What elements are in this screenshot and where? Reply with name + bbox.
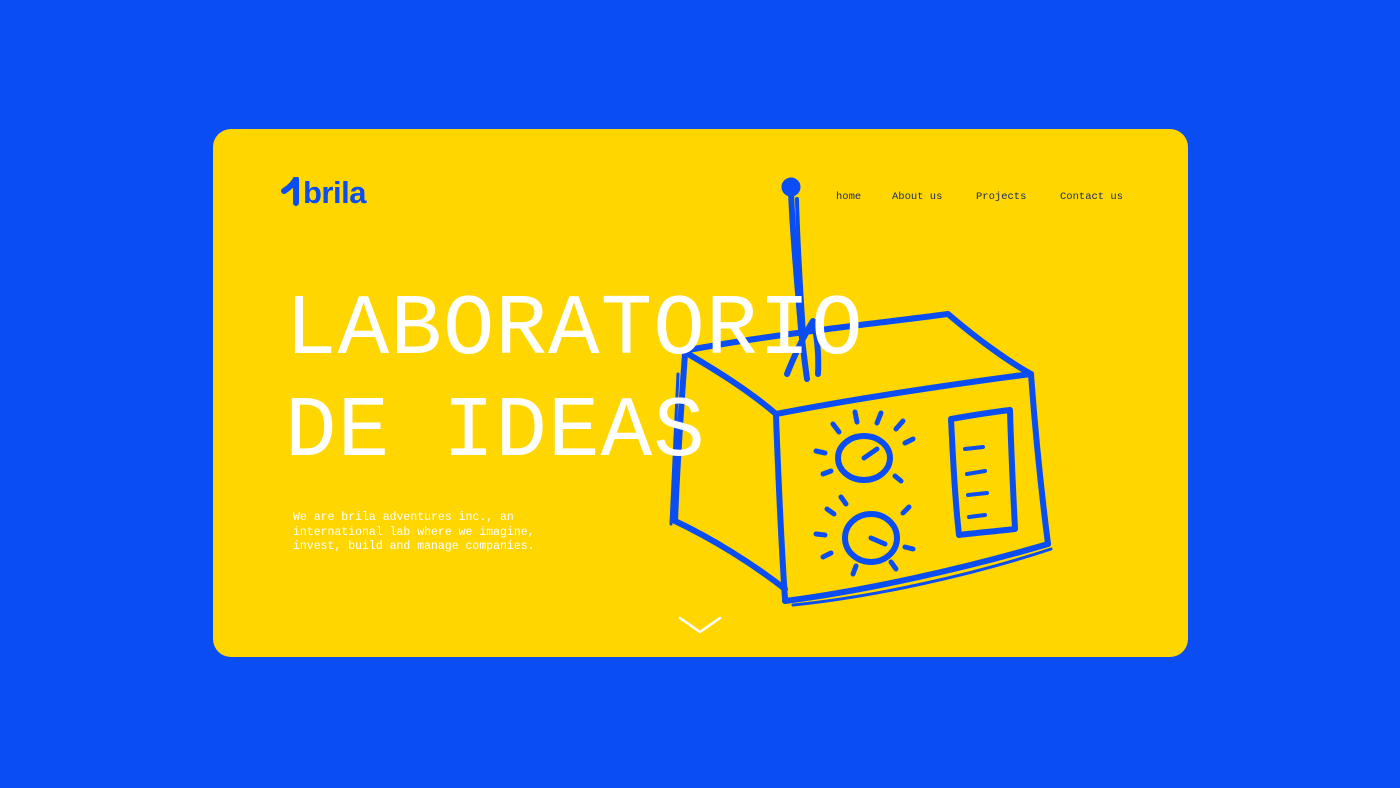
- chevron-down-icon[interactable]: [676, 613, 724, 639]
- hero-title: LABORATORIO DE IDEAS: [285, 279, 864, 483]
- page-background: brila home About us Projects Contact us …: [0, 0, 1400, 788]
- nav-about-link[interactable]: About us: [892, 191, 942, 203]
- nav-projects-link[interactable]: Projects: [976, 191, 1026, 203]
- hero-title-line-2: DE IDEAS: [285, 383, 706, 481]
- hero-title-line-1: LABORATORIO: [285, 281, 864, 379]
- hero-card: brila home About us Projects Contact us …: [213, 129, 1188, 657]
- nav-contact-link[interactable]: Contact us: [1060, 191, 1123, 203]
- hero-intro: We are brila adventures inc., an interna…: [293, 511, 535, 553]
- main-nav: home About us Projects Contact us: [213, 191, 1188, 207]
- nav-home-link[interactable]: home: [836, 191, 861, 203]
